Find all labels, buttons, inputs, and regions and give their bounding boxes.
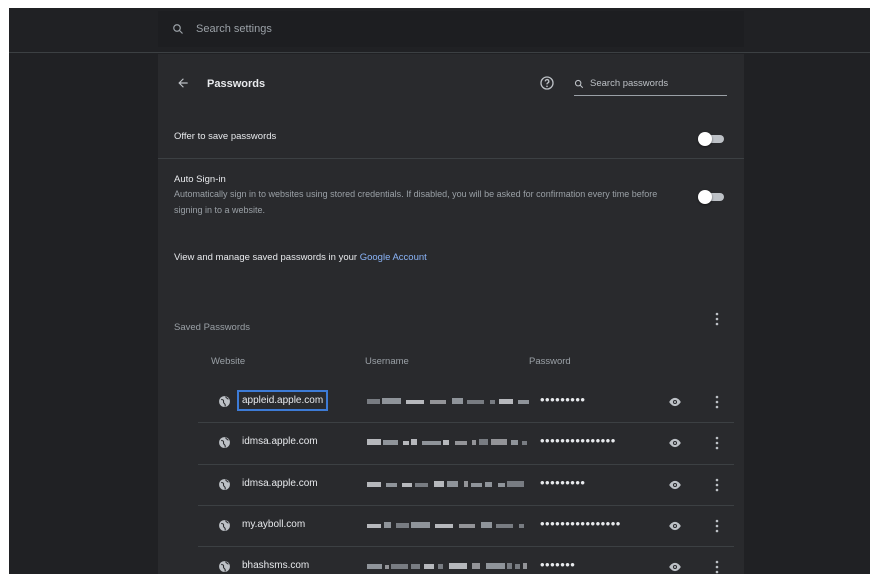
more-vert-icon[interactable] xyxy=(714,560,720,574)
globe-icon xyxy=(219,520,230,531)
password-masked: ••••••••• xyxy=(540,475,586,490)
help-icon[interactable] xyxy=(539,75,555,91)
username-blurred xyxy=(367,522,524,528)
auto-signin-label: Auto Sign-in xyxy=(174,174,226,185)
website-link[interactable]: idmsa.apple.com xyxy=(242,436,318,447)
password-row: my.ayboll.com •••••••••••••••• xyxy=(198,505,734,545)
username-blurred xyxy=(367,398,529,404)
website-link[interactable]: my.ayboll.com xyxy=(242,519,305,530)
offer-to-save-toggle[interactable] xyxy=(698,132,726,146)
password-masked: ••••••••• xyxy=(540,392,586,407)
auto-signin-description: Automatically sign in to websites using … xyxy=(174,189,658,215)
manage-prefix: View and manage saved passwords in your xyxy=(174,252,360,263)
passwords-header: Passwords xyxy=(158,62,744,108)
password-row: appleid.apple.com ••••••••• xyxy=(198,382,734,422)
password-row: bhashsms.com ••••••• xyxy=(198,546,734,574)
eye-icon[interactable] xyxy=(668,479,682,491)
toggle-knob xyxy=(698,190,712,204)
website-link[interactable]: bhashsms.com xyxy=(242,560,309,571)
google-account-link[interactable]: Google Account xyxy=(360,252,427,263)
more-vert-icon[interactable] xyxy=(714,395,720,409)
globe-icon xyxy=(219,479,230,490)
password-row: idmsa.apple.com ••••••••••••••• xyxy=(198,422,734,462)
eye-icon[interactable] xyxy=(668,561,682,573)
search-icon xyxy=(574,79,584,88)
top-bar: Search settings xyxy=(9,8,870,53)
password-column-header: Password xyxy=(529,356,571,367)
eye-icon[interactable] xyxy=(668,520,682,532)
manage-passwords-text: View and manage saved passwords in your … xyxy=(174,252,427,263)
offer-to-save-row: Offer to save passwords xyxy=(158,110,744,158)
globe-icon xyxy=(219,561,230,572)
search-passwords-field[interactable] xyxy=(574,72,727,96)
more-vert-icon[interactable] xyxy=(714,478,720,492)
auto-signin-row: Auto Sign-in Automatically sign in to we… xyxy=(158,158,744,230)
auto-signin-toggle[interactable] xyxy=(698,190,726,204)
username-blurred xyxy=(367,481,524,487)
password-masked: •••••••••••••••• xyxy=(540,516,621,531)
toggle-knob xyxy=(698,132,712,146)
website-column-header: Website xyxy=(211,356,246,367)
search-icon xyxy=(173,24,183,34)
eye-icon[interactable] xyxy=(668,396,682,408)
password-masked: ••••••••••••••• xyxy=(540,433,616,448)
username-column-header: Username xyxy=(365,356,409,367)
saved-passwords-title: Saved Passwords xyxy=(174,322,251,333)
eye-icon[interactable] xyxy=(668,437,682,449)
offer-to-save-label: Offer to save passwords xyxy=(174,131,277,142)
search-passwords-input[interactable] xyxy=(590,78,720,89)
manage-passwords-row: View and manage saved passwords in your … xyxy=(158,246,744,276)
password-row: idmsa.apple.com ••••••••• xyxy=(198,464,734,504)
website-link[interactable]: idmsa.apple.com xyxy=(242,478,318,489)
more-vert-icon[interactable] xyxy=(714,312,720,326)
saved-passwords-header: Saved Passwords xyxy=(158,310,744,340)
page-title: Passwords xyxy=(207,78,266,90)
username-blurred xyxy=(367,439,527,445)
column-headers: Website Username Password xyxy=(158,352,744,376)
search-settings-box[interactable]: Search settings xyxy=(158,11,744,47)
password-masked: ••••••• xyxy=(540,557,576,572)
settings-window: Search settings Passwords Offer to save … xyxy=(9,8,870,574)
search-settings-input[interactable]: Search settings xyxy=(196,23,272,35)
passwords-card: Passwords Offer to save passwords Auto S… xyxy=(158,54,744,574)
website-link[interactable]: appleid.apple.com xyxy=(236,390,329,411)
more-vert-icon[interactable] xyxy=(714,436,720,450)
back-arrow-icon[interactable] xyxy=(176,76,190,90)
username-blurred xyxy=(367,563,527,569)
globe-icon xyxy=(219,396,230,407)
more-vert-icon[interactable] xyxy=(714,519,720,533)
globe-icon xyxy=(219,437,230,448)
